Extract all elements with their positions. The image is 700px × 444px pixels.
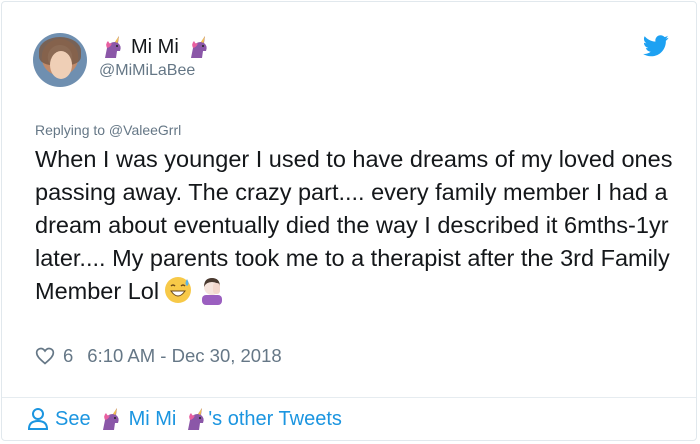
footer-name[interactable]: Mi Mi — [129, 408, 177, 431]
divider — [2, 397, 696, 398]
tweet-header: Mi Mi @MiMiLaBee — [99, 32, 211, 80]
tweet-meta: 6 6:10 AM - Dec 30, 2018 — [35, 345, 282, 367]
avatar[interactable] — [33, 33, 87, 87]
display-name[interactable]: Mi Mi — [131, 36, 179, 59]
twitter-logo-icon[interactable] — [643, 35, 669, 57]
person-icon — [27, 408, 49, 430]
see-other-tweets-link[interactable]: See Mi Mi 's other Tweets — [27, 406, 342, 432]
avatar-face — [50, 51, 72, 79]
sweat-smile-emoji — [163, 275, 193, 305]
like-count[interactable]: 6 — [63, 345, 73, 367]
heart-icon[interactable] — [35, 346, 55, 366]
woman-facepalming-emoji — [197, 275, 227, 305]
unicorn-icon — [99, 34, 125, 60]
tweet-card: Mi Mi @MiMiLaBee Replying to @ValeeGrrl … — [1, 1, 697, 441]
tweet-text: When I was younger I used to have dreams… — [35, 143, 675, 308]
timestamp[interactable]: 6:10 AM - Dec 30, 2018 — [87, 345, 281, 367]
footer-suffix[interactable]: 's other Tweets — [208, 408, 342, 431]
unicorn-icon — [97, 406, 123, 432]
see-label[interactable]: See — [55, 408, 91, 431]
unicorn-icon — [185, 34, 211, 60]
replying-to[interactable]: Replying to @ValeeGrrl — [35, 122, 181, 138]
name-row[interactable]: Mi Mi — [99, 32, 211, 62]
unicorn-icon — [182, 406, 208, 432]
tweet-body: When I was younger I used to have dreams… — [35, 146, 679, 304]
user-handle[interactable]: @MiMiLaBee — [99, 62, 211, 80]
